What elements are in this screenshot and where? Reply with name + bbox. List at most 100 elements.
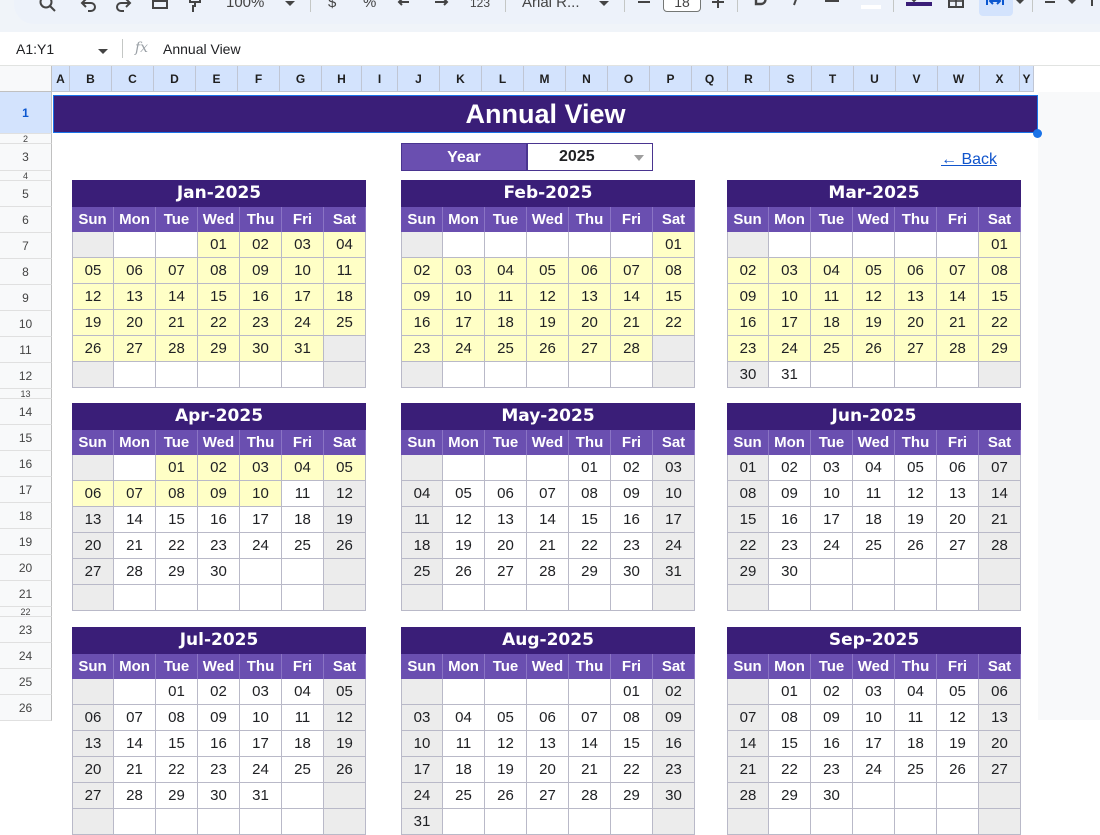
day-cell[interactable]: 08 — [156, 481, 198, 507]
day-cell[interactable]: 15 — [979, 284, 1021, 310]
day-cell[interactable]: 22 — [727, 533, 769, 559]
align-dropdown-icon[interactable] — [1066, 0, 1078, 14]
day-cell[interactable]: 27 — [979, 757, 1021, 783]
day-cell[interactable]: 20 — [114, 310, 156, 336]
empty-day-cell[interactable] — [282, 559, 324, 585]
day-cell[interactable]: 25 — [324, 310, 366, 336]
day-cell[interactable]: 01 — [769, 679, 811, 705]
day-cell[interactable]: 03 — [240, 455, 282, 481]
empty-day-cell[interactable] — [114, 362, 156, 388]
day-cell[interactable]: 09 — [401, 284, 443, 310]
day-cell[interactable]: 22 — [569, 533, 611, 559]
day-cell[interactable]: 30 — [811, 783, 853, 809]
day-cell[interactable]: 09 — [611, 481, 653, 507]
column-header[interactable]: I — [362, 66, 398, 92]
day-cell[interactable]: 14 — [569, 731, 611, 757]
day-cell[interactable]: 05 — [443, 481, 485, 507]
day-cell[interactable]: 01 — [156, 679, 198, 705]
day-cell[interactable]: 27 — [72, 783, 114, 809]
day-cell[interactable]: 29 — [156, 559, 198, 585]
day-cell[interactable]: 16 — [727, 310, 769, 336]
empty-day-cell[interactable] — [324, 809, 366, 835]
day-cell[interactable]: 17 — [240, 731, 282, 757]
row-header[interactable]: 10 — [0, 311, 52, 337]
text-color-icon[interactable] — [858, 0, 884, 14]
day-cell[interactable]: 24 — [282, 310, 324, 336]
day-cell[interactable]: 07 — [114, 705, 156, 731]
day-cell[interactable]: 05 — [527, 258, 569, 284]
day-cell[interactable]: 01 — [611, 679, 653, 705]
day-cell[interactable]: 21 — [727, 757, 769, 783]
day-cell[interactable]: 02 — [240, 232, 282, 258]
day-cell[interactable]: 29 — [727, 559, 769, 585]
column-header[interactable]: H — [322, 66, 362, 92]
day-cell[interactable]: 23 — [198, 757, 240, 783]
day-cell[interactable]: 15 — [198, 284, 240, 310]
day-cell[interactable]: 19 — [72, 310, 114, 336]
empty-day-cell[interactable] — [156, 362, 198, 388]
empty-day-cell[interactable] — [282, 362, 324, 388]
day-cell[interactable]: 15 — [156, 507, 198, 533]
column-header[interactable]: Q — [692, 66, 728, 92]
day-cell[interactable]: 28 — [727, 783, 769, 809]
day-cell[interactable]: 27 — [72, 559, 114, 585]
borders-icon[interactable] — [946, 0, 966, 14]
day-cell[interactable]: 18 — [895, 731, 937, 757]
day-cell[interactable]: 20 — [979, 731, 1021, 757]
empty-day-cell[interactable] — [895, 559, 937, 585]
day-cell[interactable]: 05 — [324, 455, 366, 481]
empty-day-cell[interactable] — [443, 585, 485, 611]
empty-day-cell[interactable] — [811, 809, 853, 835]
empty-day-cell[interactable] — [569, 809, 611, 835]
empty-day-cell[interactable] — [937, 585, 979, 611]
day-cell[interactable]: 09 — [198, 705, 240, 731]
merge-cells-icon[interactable] — [984, 0, 1006, 14]
day-cell[interactable]: 11 — [443, 731, 485, 757]
row-header[interactable]: 4 — [0, 171, 52, 181]
day-cell[interactable]: 05 — [853, 258, 895, 284]
empty-day-cell[interactable] — [240, 809, 282, 835]
day-cell[interactable]: 16 — [769, 507, 811, 533]
column-header[interactable]: F — [238, 66, 280, 92]
day-cell[interactable]: 26 — [485, 783, 527, 809]
empty-day-cell[interactable] — [569, 679, 611, 705]
day-cell[interactable]: 11 — [853, 481, 895, 507]
day-cell[interactable]: 20 — [485, 533, 527, 559]
day-cell[interactable]: 06 — [485, 481, 527, 507]
row-header[interactable]: 6 — [0, 207, 52, 233]
day-cell[interactable]: 06 — [527, 705, 569, 731]
empty-day-cell[interactable] — [853, 232, 895, 258]
day-cell[interactable]: 22 — [156, 757, 198, 783]
increase-font-size-icon[interactable] — [710, 0, 726, 14]
day-cell[interactable]: 17 — [240, 507, 282, 533]
day-cell[interactable]: 12 — [72, 284, 114, 310]
empty-day-cell[interactable] — [485, 232, 527, 258]
day-cell[interactable]: 11 — [485, 284, 527, 310]
day-cell[interactable]: 25 — [485, 336, 527, 362]
empty-day-cell[interactable] — [853, 559, 895, 585]
empty-day-cell[interactable] — [240, 559, 282, 585]
day-cell[interactable]: 29 — [611, 783, 653, 809]
empty-day-cell[interactable] — [72, 809, 114, 835]
day-cell[interactable]: 26 — [324, 533, 366, 559]
day-cell[interactable]: 31 — [282, 336, 324, 362]
day-cell[interactable]: 22 — [198, 310, 240, 336]
column-header[interactable]: J — [398, 66, 440, 92]
day-cell[interactable]: 21 — [114, 533, 156, 559]
strikethrough-icon[interactable] — [822, 0, 842, 14]
day-cell[interactable]: 08 — [727, 481, 769, 507]
day-cell[interactable]: 04 — [282, 679, 324, 705]
empty-day-cell[interactable] — [653, 336, 695, 362]
empty-day-cell[interactable] — [72, 679, 114, 705]
day-cell[interactable]: 12 — [485, 731, 527, 757]
day-cell[interactable]: 02 — [811, 679, 853, 705]
empty-day-cell[interactable] — [811, 232, 853, 258]
empty-day-cell[interactable] — [324, 783, 366, 809]
day-cell[interactable]: 21 — [156, 310, 198, 336]
column-header[interactable]: B — [70, 66, 112, 92]
empty-day-cell[interactable] — [895, 232, 937, 258]
empty-day-cell[interactable] — [72, 455, 114, 481]
day-cell[interactable]: 28 — [156, 336, 198, 362]
day-cell[interactable]: 07 — [569, 705, 611, 731]
empty-day-cell[interactable] — [937, 362, 979, 388]
